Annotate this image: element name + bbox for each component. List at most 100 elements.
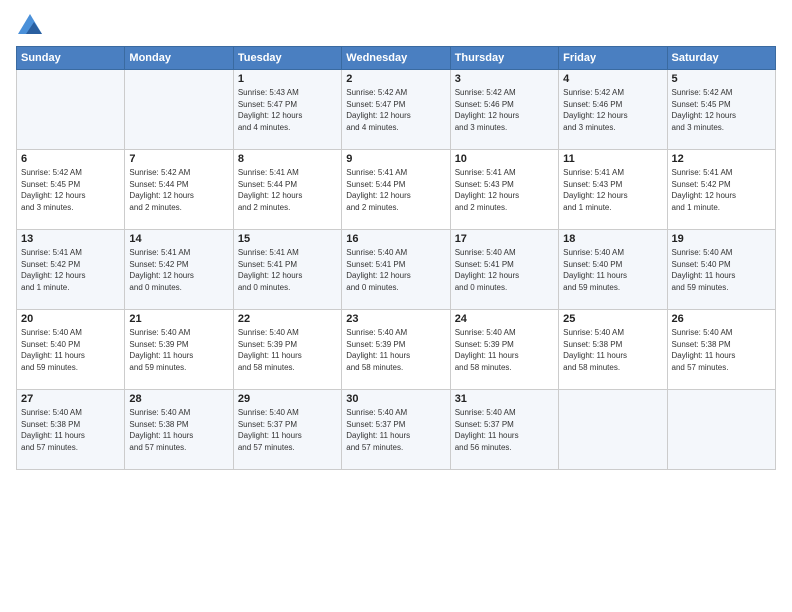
- col-header-sunday: Sunday: [17, 47, 125, 70]
- day-number: 11: [563, 153, 662, 165]
- day-number: 13: [21, 233, 120, 245]
- calendar-cell: 7 Sunrise: 5:42 AM Sunset: 5:44 PM Daylig…: [125, 150, 233, 230]
- day-number: 23: [346, 313, 445, 325]
- day-number: 14: [129, 233, 228, 245]
- calendar-cell: 25Sunrise: 5:40 AM Sunset: 5:38 PM Dayli…: [559, 310, 667, 390]
- day-number: 22: [238, 313, 337, 325]
- day-info: Sunrise: 5:41 AM Sunset: 5:43 PM Dayligh…: [563, 167, 662, 213]
- calendar-cell: 29 Sunrise: 5:40 AM Sunset: 5:37 PM Dayli…: [233, 390, 341, 470]
- calendar-cell: 4 Sunrise: 5:42 AM Sunset: 5:46 PM Daylig…: [559, 70, 667, 150]
- day-info: Sunrise: 5:40 AM Sunset: 5:37 PM Dayligh…: [346, 407, 445, 453]
- week-row-0: 1 Sunrise: 5:43 AM Sunset: 5:47 PM Daylig…: [17, 70, 776, 150]
- day-info: Sunrise: 5:40 AM Sunset: 5:40 PM Dayligh…: [563, 247, 662, 293]
- day-number: 1: [238, 73, 337, 85]
- day-number: 27: [21, 393, 120, 405]
- day-number: 15: [238, 233, 337, 245]
- calendar-cell: 30Sunrise: 5:40 AM Sunset: 5:37 PM Dayli…: [342, 390, 450, 470]
- day-number: 7: [129, 153, 228, 165]
- day-number: 25: [563, 313, 662, 325]
- day-info: Sunrise: 5:42 AM Sunset: 5:44 PM Dayligh…: [129, 167, 228, 213]
- calendar-cell: 28 Sunrise: 5:40 AM Sunset: 5:38 PM Dayli…: [125, 390, 233, 470]
- calendar-cell: 6 Sunrise: 5:42 AM Sunset: 5:45 PM Daylig…: [17, 150, 125, 230]
- calendar-header-row: SundayMondayTuesdayWednesdayThursdayFrid…: [17, 47, 776, 70]
- day-number: 26: [672, 313, 771, 325]
- day-number: 12: [672, 153, 771, 165]
- day-info: Sunrise: 5:40 AM Sunset: 5:40 PM Dayligh…: [672, 247, 771, 293]
- col-header-tuesday: Tuesday: [233, 47, 341, 70]
- calendar-cell: 5 Sunrise: 5:42 AM Sunset: 5:45 PM Daylig…: [667, 70, 775, 150]
- calendar-cell: 31Sunrise: 5:40 AM Sunset: 5:37 PM Dayli…: [450, 390, 558, 470]
- day-info: Sunrise: 5:40 AM Sunset: 5:39 PM Dayligh…: [455, 327, 554, 373]
- page: SundayMondayTuesdayWednesdayThursdayFrid…: [0, 0, 792, 612]
- week-row-1: 6 Sunrise: 5:42 AM Sunset: 5:45 PM Daylig…: [17, 150, 776, 230]
- calendar-cell: 17 Sunrise: 5:40 AM Sunset: 5:41 PM Dayli…: [450, 230, 558, 310]
- calendar-cell: [17, 70, 125, 150]
- day-number: 18: [563, 233, 662, 245]
- week-row-4: 27 Sunrise: 5:40 AM Sunset: 5:38 PM Dayli…: [17, 390, 776, 470]
- day-number: 9: [346, 153, 445, 165]
- calendar-cell: 16 Sunrise: 5:40 AM Sunset: 5:41 PM Dayli…: [342, 230, 450, 310]
- day-number: 16: [346, 233, 445, 245]
- day-number: 8: [238, 153, 337, 165]
- day-number: 4: [563, 73, 662, 85]
- day-info: Sunrise: 5:41 AM Sunset: 5:41 PM Dayligh…: [238, 247, 337, 293]
- calendar-cell: 12Sunrise: 5:41 AM Sunset: 5:42 PM Dayli…: [667, 150, 775, 230]
- calendar-cell: 14 Sunrise: 5:41 AM Sunset: 5:42 PM Dayli…: [125, 230, 233, 310]
- day-info: Sunrise: 5:40 AM Sunset: 5:39 PM Dayligh…: [129, 327, 228, 373]
- day-info: Sunrise: 5:42 AM Sunset: 5:45 PM Dayligh…: [21, 167, 120, 213]
- day-info: Sunrise: 5:41 AM Sunset: 5:44 PM Dayligh…: [346, 167, 445, 213]
- day-info: Sunrise: 5:41 AM Sunset: 5:43 PM Dayligh…: [455, 167, 554, 213]
- day-number: 3: [455, 73, 554, 85]
- day-number: 29: [238, 393, 337, 405]
- day-info: Sunrise: 5:40 AM Sunset: 5:37 PM Dayligh…: [238, 407, 337, 453]
- day-number: 31: [455, 393, 554, 405]
- day-number: 20: [21, 313, 120, 325]
- day-info: Sunrise: 5:40 AM Sunset: 5:41 PM Dayligh…: [455, 247, 554, 293]
- col-header-friday: Friday: [559, 47, 667, 70]
- day-number: 24: [455, 313, 554, 325]
- calendar-cell: 21 Sunrise: 5:40 AM Sunset: 5:39 PM Dayli…: [125, 310, 233, 390]
- calendar-cell: [559, 390, 667, 470]
- logo: [16, 12, 48, 40]
- calendar-cell: 19Sunrise: 5:40 AM Sunset: 5:40 PM Dayli…: [667, 230, 775, 310]
- calendar-cell: 10Sunrise: 5:41 AM Sunset: 5:43 PM Dayli…: [450, 150, 558, 230]
- day-info: Sunrise: 5:42 AM Sunset: 5:46 PM Dayligh…: [563, 87, 662, 133]
- day-info: Sunrise: 5:40 AM Sunset: 5:40 PM Dayligh…: [21, 327, 120, 373]
- col-header-saturday: Saturday: [667, 47, 775, 70]
- day-info: Sunrise: 5:43 AM Sunset: 5:47 PM Dayligh…: [238, 87, 337, 133]
- header: [16, 12, 776, 40]
- calendar-cell: 1 Sunrise: 5:43 AM Sunset: 5:47 PM Daylig…: [233, 70, 341, 150]
- day-info: Sunrise: 5:40 AM Sunset: 5:41 PM Dayligh…: [346, 247, 445, 293]
- day-info: Sunrise: 5:40 AM Sunset: 5:39 PM Dayligh…: [238, 327, 337, 373]
- calendar-cell: [125, 70, 233, 150]
- day-info: Sunrise: 5:42 AM Sunset: 5:46 PM Dayligh…: [455, 87, 554, 133]
- day-number: 5: [672, 73, 771, 85]
- calendar-cell: 27 Sunrise: 5:40 AM Sunset: 5:38 PM Dayli…: [17, 390, 125, 470]
- col-header-monday: Monday: [125, 47, 233, 70]
- calendar-cell: 18 Sunrise: 5:40 AM Sunset: 5:40 PM Dayli…: [559, 230, 667, 310]
- day-number: 28: [129, 393, 228, 405]
- day-number: 6: [21, 153, 120, 165]
- calendar-table: SundayMondayTuesdayWednesdayThursdayFrid…: [16, 46, 776, 470]
- day-info: Sunrise: 5:41 AM Sunset: 5:44 PM Dayligh…: [238, 167, 337, 213]
- day-info: Sunrise: 5:41 AM Sunset: 5:42 PM Dayligh…: [129, 247, 228, 293]
- calendar-cell: 13 Sunrise: 5:41 AM Sunset: 5:42 PM Dayli…: [17, 230, 125, 310]
- col-header-wednesday: Wednesday: [342, 47, 450, 70]
- calendar-cell: 20 Sunrise: 5:40 AM Sunset: 5:40 PM Dayli…: [17, 310, 125, 390]
- day-number: 21: [129, 313, 228, 325]
- day-info: Sunrise: 5:40 AM Sunset: 5:38 PM Dayligh…: [129, 407, 228, 453]
- calendar-cell: 26 Sunrise: 5:40 AM Sunset: 5:38 PM Dayli…: [667, 310, 775, 390]
- calendar-cell: 9 Sunrise: 5:41 AM Sunset: 5:44 PM Daylig…: [342, 150, 450, 230]
- calendar-cell: 2Sunrise: 5:42 AM Sunset: 5:47 PM Daylig…: [342, 70, 450, 150]
- day-number: 2: [346, 73, 445, 85]
- calendar-cell: 23 Sunrise: 5:40 AM Sunset: 5:39 PM Dayli…: [342, 310, 450, 390]
- col-header-thursday: Thursday: [450, 47, 558, 70]
- day-info: Sunrise: 5:40 AM Sunset: 5:39 PM Dayligh…: [346, 327, 445, 373]
- day-info: Sunrise: 5:40 AM Sunset: 5:38 PM Dayligh…: [672, 327, 771, 373]
- day-number: 17: [455, 233, 554, 245]
- day-info: Sunrise: 5:42 AM Sunset: 5:45 PM Dayligh…: [672, 87, 771, 133]
- calendar-cell: 11 Sunrise: 5:41 AM Sunset: 5:43 PM Dayli…: [559, 150, 667, 230]
- calendar-cell: 8 Sunrise: 5:41 AM Sunset: 5:44 PM Daylig…: [233, 150, 341, 230]
- day-info: Sunrise: 5:40 AM Sunset: 5:38 PM Dayligh…: [21, 407, 120, 453]
- day-info: Sunrise: 5:41 AM Sunset: 5:42 PM Dayligh…: [21, 247, 120, 293]
